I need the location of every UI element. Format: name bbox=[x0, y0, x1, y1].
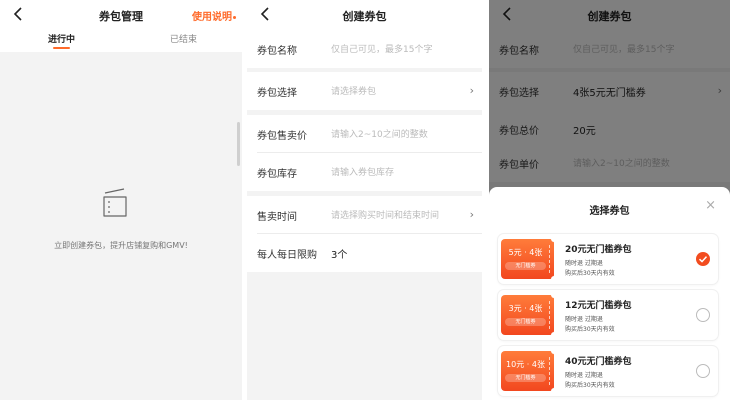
pack-option[interactable]: 10元 · 4张 无门槛券 40元无门槛券包 随时退 过期退 购买后30天内有效 bbox=[498, 346, 718, 396]
pack-validity: 购买后30天内有效 bbox=[565, 326, 615, 333]
page-title: 创建券包 bbox=[342, 10, 387, 23]
radio-selected[interactable] bbox=[696, 252, 710, 266]
coupon-type: 无门槛券 bbox=[505, 262, 546, 270]
panel-select-coupon-pack: 创建券包 券包名称 仅自己可见，最多15个字 券包选择 4张5元无门槛券 › 券… bbox=[489, 0, 730, 400]
field-label: 售卖时间 bbox=[257, 212, 297, 223]
tab-in-progress[interactable]: 进行中 bbox=[48, 32, 75, 45]
radio-unselected[interactable] bbox=[696, 364, 710, 378]
pack-option[interactable]: 3元 · 4张 无门槛券 12元无门槛券包 随时退 过期退 购买后30天内有效 bbox=[498, 290, 718, 340]
close-icon[interactable]: × bbox=[705, 198, 716, 213]
field-pack-select[interactable]: 券包选择 请选择券包 › bbox=[247, 72, 482, 110]
coupon-notch bbox=[551, 332, 557, 338]
coupon-amount: 10元 · 4张 bbox=[506, 360, 545, 369]
field-label: 券包选择 bbox=[257, 88, 297, 99]
coupon-perforation bbox=[549, 357, 550, 385]
coupon-notch bbox=[551, 292, 557, 298]
select-pack-sheet: 选择券包 × 5元 · 4张 无门槛券 20元无门槛券包 随时退 过期退 购买后… bbox=[489, 187, 730, 400]
field-stock[interactable]: 券包库存 请输入券包库存 bbox=[247, 153, 482, 191]
pack-name-input[interactable]: 仅自己可见，最多15个字 bbox=[331, 42, 432, 55]
pack-option[interactable]: 5元 · 4张 无门槛券 20元无门槛券包 随时退 过期退 购买后30天内有效 bbox=[498, 234, 718, 284]
field-label: 券包名称 bbox=[257, 46, 297, 57]
scrollbar[interactable] bbox=[237, 122, 240, 166]
coupon-type: 无门槛券 bbox=[505, 374, 546, 382]
ticket-icon bbox=[100, 186, 130, 222]
chevron-right-icon: › bbox=[469, 84, 474, 97]
field-sale-time[interactable]: 售卖时间 请选择购买时间和结束时间 › bbox=[247, 196, 482, 234]
pack-select-value[interactable]: 请选择券包 bbox=[331, 84, 376, 97]
pack-refund-tag: 随时退 过期退 bbox=[565, 316, 603, 323]
nav-bar: 创建券包 bbox=[247, 0, 482, 30]
pack-name: 40元无门槛券包 bbox=[565, 357, 632, 367]
coupon-notch bbox=[551, 236, 557, 242]
field-sale-price[interactable]: 券包售卖价 请输入2~10之间的整数 bbox=[247, 115, 482, 153]
panel-coupon-pack-management: 券包管理 使用说明 进行中 已结束 立即创建券包，提升店铺复购和GMV! bbox=[0, 0, 242, 400]
daily-limit-input[interactable]: 3个 bbox=[331, 246, 347, 261]
sale-price-input[interactable]: 请输入2~10之间的整数 bbox=[331, 127, 428, 140]
coupon-notch bbox=[551, 348, 557, 354]
pack-refund-tag: 随时退 过期退 bbox=[565, 372, 603, 379]
check-icon bbox=[698, 256, 708, 263]
help-link-label: 使用说明 bbox=[192, 12, 232, 23]
panel-create-coupon-pack: 创建券包 券包名称 仅自己可见，最多15个字 券包选择 请选择券包 › 券包售卖… bbox=[247, 0, 482, 400]
pack-validity: 购买后30天内有效 bbox=[565, 382, 615, 389]
coupon-perforation bbox=[549, 245, 550, 273]
empty-state-text: 立即创建券包，提升店铺复购和GMV! bbox=[54, 241, 188, 250]
pack-validity: 购买后30天内有效 bbox=[565, 270, 615, 277]
radio-unselected[interactable] bbox=[696, 308, 710, 322]
sale-time-value[interactable]: 请选择购买时间和结束时间 bbox=[331, 208, 439, 221]
active-tab-indicator bbox=[53, 47, 70, 49]
field-label: 券包库存 bbox=[257, 169, 297, 180]
nav-bar: 券包管理 使用说明 bbox=[0, 0, 242, 30]
status-tabs: 进行中 已结束 bbox=[0, 30, 242, 52]
coupon-badge: 10元 · 4张 无门槛券 bbox=[501, 348, 557, 394]
field-label: 券包售卖价 bbox=[257, 131, 307, 142]
coupon-type: 无门槛券 bbox=[505, 318, 546, 326]
pack-name: 20元无门槛券包 bbox=[565, 245, 632, 255]
coupon-perforation bbox=[549, 301, 550, 329]
stock-input[interactable]: 请输入券包库存 bbox=[331, 165, 394, 178]
pack-refund-tag: 随时退 过期退 bbox=[565, 260, 603, 267]
field-label: 每人每日限购 bbox=[257, 250, 317, 261]
coupon-badge: 3元 · 4张 无门槛券 bbox=[501, 292, 557, 338]
coupon-notch bbox=[551, 276, 557, 282]
field-daily-limit[interactable]: 每人每日限购 3个 bbox=[247, 234, 482, 272]
pack-name: 12元无门槛券包 bbox=[565, 301, 632, 311]
sheet-title: 选择券包 bbox=[589, 206, 630, 217]
chevron-right-icon: › bbox=[469, 208, 474, 221]
help-link[interactable]: 使用说明 bbox=[192, 8, 236, 23]
coupon-badge: 5元 · 4张 无门槛券 bbox=[501, 236, 557, 282]
tab-ended[interactable]: 已结束 bbox=[170, 32, 197, 45]
field-pack-name[interactable]: 券包名称 仅自己可见，最多15个字 bbox=[247, 30, 482, 68]
coupon-notch bbox=[551, 388, 557, 394]
coupon-amount: 3元 · 4张 bbox=[508, 304, 543, 313]
coupon-amount: 5元 · 4张 bbox=[508, 248, 543, 257]
help-dot-icon bbox=[233, 15, 236, 19]
